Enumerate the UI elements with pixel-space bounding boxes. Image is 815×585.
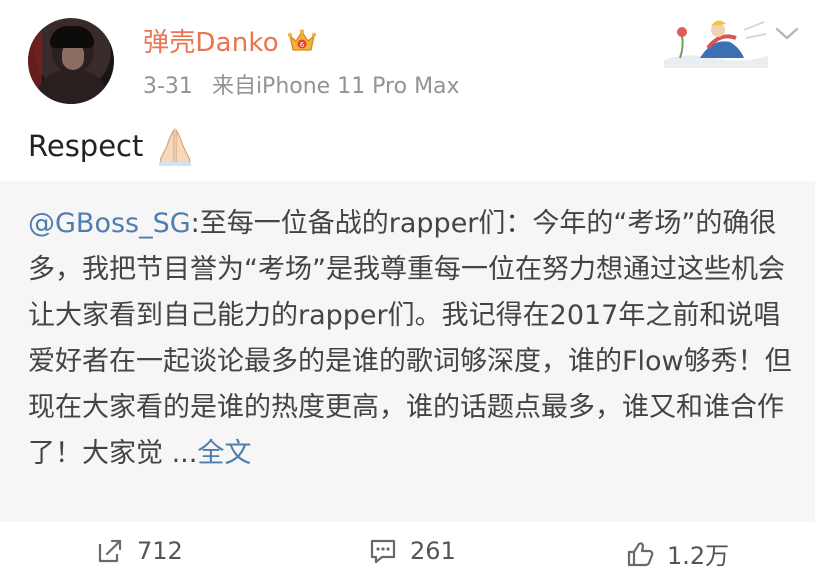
crown-badge-icon[interactable]: 6	[287, 28, 317, 54]
repost-text: @GBoss_SG:至每一位备战的rapper们：今年的“考场”的确很多，我把节…	[28, 201, 803, 477]
repost-button[interactable]: 712	[95, 536, 183, 566]
post-meta: 3-31 来自iPhone 11 Pro Max	[143, 68, 460, 100]
folded-hands-icon	[159, 128, 192, 166]
avatar[interactable]	[28, 18, 114, 104]
repost-card[interactable]: @GBoss_SG:至每一位备战的rapper们：今年的“考场”的确很多，我把节…	[0, 181, 815, 522]
comment-button[interactable]: 261	[368, 536, 456, 566]
post-date: 3-31	[143, 74, 193, 99]
repost-body-text: :至每一位备战的rapper们：今年的“考场”的确很多，我把节目誉为“考场”是我…	[28, 208, 792, 469]
action-bar: 712 261 1.2万	[0, 522, 815, 585]
chevron-down-icon[interactable]	[774, 24, 800, 42]
comment-count: 261	[410, 537, 456, 565]
thumbs-up-icon	[627, 541, 654, 566]
comment-icon	[370, 539, 396, 564]
post-header: 弹壳Danko 6 3-31 来自iPhone 11 Pro Max	[0, 0, 815, 120]
post-content: Respect	[28, 126, 197, 166]
repost-count: 712	[137, 537, 183, 565]
little-prince-decoration-icon	[664, 20, 768, 68]
read-more-link[interactable]: 全文	[197, 438, 251, 469]
author-name[interactable]: 弹壳Danko	[143, 22, 279, 59]
share-icon	[98, 539, 122, 563]
author-row: 弹壳Danko 6	[143, 22, 317, 59]
like-button[interactable]: 1.2万	[625, 536, 729, 571]
post-source: 来自iPhone 11 Pro Max	[211, 74, 460, 99]
svg-text:6: 6	[300, 41, 305, 49]
like-count: 1.2万	[667, 542, 730, 570]
mention-link[interactable]: @GBoss_SG	[28, 208, 191, 239]
post-text: Respect	[28, 129, 144, 163]
